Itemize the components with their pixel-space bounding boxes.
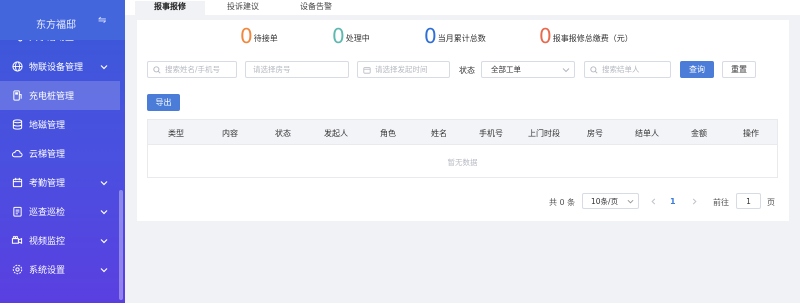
video-icon: [11, 235, 23, 247]
search-icon: [590, 65, 598, 74]
tab-complaint[interactable]: 投诉建议: [208, 1, 278, 15]
empty-state-text: 暂无数据: [447, 158, 478, 167]
sidebar-item-settings[interactable]: 系统设置: [0, 255, 120, 284]
sidebar-item-label: 云梯管理: [29, 150, 66, 160]
repair-table: 类型 内容 状态 发起人 角色 姓名 手机号 上门时段 房号 结单人 金额 操作…: [147, 119, 778, 178]
stat-value: 0: [240, 24, 253, 48]
chevron-down-icon: [100, 209, 108, 214]
cloud-icon: [11, 148, 23, 160]
search-icon: [153, 65, 161, 74]
stat-value: 0: [539, 24, 552, 48]
status-select-value: 全部工单: [491, 65, 521, 74]
tab-bar: 报事报修 投诉建议 设备告警: [125, 0, 800, 15]
page-size-select[interactable]: 10条/页: [582, 193, 639, 209]
search-name-phone-input[interactable]: 搜索姓名/手机号: [147, 61, 237, 78]
chevron-down-icon: [100, 238, 108, 243]
sidebar-item-video[interactable]: 视频监控: [0, 226, 120, 255]
stat-label: 报事报修总缴费（元）: [552, 34, 633, 43]
goto-page-value: 1: [746, 196, 751, 206]
sidebar-item-iot-devices[interactable]: 物联设备管理: [0, 52, 120, 81]
column-header: 金额: [691, 129, 707, 138]
column-header: 结单人: [635, 129, 659, 138]
sidebar-item-cloud-ladder[interactable]: 云梯管理: [0, 139, 120, 168]
sidebar-item-label: 视频监控: [29, 237, 66, 247]
swap-icon[interactable]: ⇋: [98, 15, 106, 26]
sidebar-item-attendance[interactable]: 考勤管理: [0, 168, 120, 197]
search-name-phone-placeholder: 搜索姓名/手机号: [165, 65, 221, 74]
stat-total-fee: 0 报事报修总缴费（元）: [539, 26, 633, 46]
sidebar-item-label: 充电桩管理: [29, 92, 75, 102]
status-select[interactable]: 全部工单: [481, 61, 575, 78]
sidebar-item-label: 巡查巡检: [29, 208, 66, 218]
column-header: 手机号: [479, 129, 503, 138]
column-header: 姓名: [431, 129, 447, 138]
search-handler-input[interactable]: 搜索结单人: [584, 61, 671, 78]
sidebar-item-inspection[interactable]: 巡查巡检: [0, 197, 120, 226]
reset-button[interactable]: 重置: [722, 61, 756, 78]
calendar-icon: [11, 177, 23, 189]
column-header: 房号: [587, 129, 603, 138]
chevron-down-icon: [100, 267, 108, 272]
page-size-value: 10条/页: [591, 196, 619, 206]
export-button[interactable]: 导出: [147, 94, 180, 111]
sidebar-item-geomagnetic[interactable]: 地磁管理: [0, 110, 120, 139]
charger-icon: [11, 90, 23, 102]
chevron-down-icon: [562, 67, 570, 72]
pagination-goto-label: 前往: [713, 198, 729, 207]
database-icon: [11, 119, 23, 131]
chevron-right-icon[interactable]: [691, 198, 698, 205]
sidebar-item-label: 考勤管理: [29, 179, 66, 189]
stat-monthly-total: 0 当月累计总数: [424, 26, 486, 46]
column-header: 状态: [275, 129, 291, 138]
sidebar: 东方福邸 ⇋ 共享活动室 物联设备管理 充电桩管理 地磁管理 云梯管理: [0, 0, 125, 303]
query-button[interactable]: 查询: [680, 61, 714, 78]
sidebar-item-label: 系统设置: [29, 266, 66, 276]
globe-icon: [11, 61, 23, 73]
table-header: 类型 内容 状态 发起人 角色 姓名 手机号 上门时段 房号 结单人 金额 操作: [148, 120, 777, 145]
pagination-current-page[interactable]: 1: [670, 197, 676, 206]
stat-pending: 0 待接单: [240, 26, 278, 46]
column-header: 操作: [743, 129, 759, 138]
room-select-placeholder: 请选择房号: [253, 65, 291, 74]
room-select[interactable]: 请选择房号: [245, 61, 349, 78]
gear-icon: [11, 264, 23, 276]
chevron-down-icon: [100, 180, 108, 185]
date-picker[interactable]: 请选择发起时间: [357, 61, 450, 78]
brand-title: 东方福邸: [36, 20, 76, 31]
sidebar-item-label: 地磁管理: [29, 121, 66, 131]
date-picker-placeholder: 请选择发起时间: [375, 65, 428, 74]
brand-header: 东方福邸 ⇋: [0, 0, 125, 40]
tab-repair[interactable]: 报事报修: [135, 1, 205, 15]
status-label: 状态: [459, 66, 475, 75]
tab-device-alarm[interactable]: 设备告警: [281, 1, 351, 15]
column-header: 上门时段: [528, 129, 560, 138]
stat-value: 0: [424, 24, 437, 48]
sidebar-item-label: 物联设备管理: [29, 63, 84, 73]
pagination-page-suffix: 页: [767, 198, 775, 207]
stat-processing: 0 处理中: [332, 26, 370, 46]
column-header: 类型: [168, 129, 184, 138]
chevron-down-icon: [627, 199, 634, 203]
stat-label: 处理中: [345, 34, 370, 43]
goto-page-input[interactable]: 1: [736, 193, 761, 209]
sidebar-item-charger[interactable]: 充电桩管理: [0, 81, 120, 110]
stat-label: 待接单: [253, 34, 278, 43]
calendar-icon: [363, 66, 371, 74]
stat-label: 当月累计总数: [437, 34, 486, 43]
column-header: 角色: [380, 129, 396, 138]
column-header: 发起人: [324, 129, 348, 138]
sidebar-scrollbar[interactable]: [119, 190, 123, 300]
chevron-down-icon: [100, 64, 108, 69]
chevron-left-icon[interactable]: [650, 198, 657, 205]
search-handler-placeholder: 搜索结单人: [602, 65, 640, 74]
pagination-total: 共 0 条: [549, 198, 576, 207]
column-header: 内容: [222, 129, 238, 138]
checklist-icon: [11, 206, 23, 218]
stat-value: 0: [332, 24, 345, 48]
